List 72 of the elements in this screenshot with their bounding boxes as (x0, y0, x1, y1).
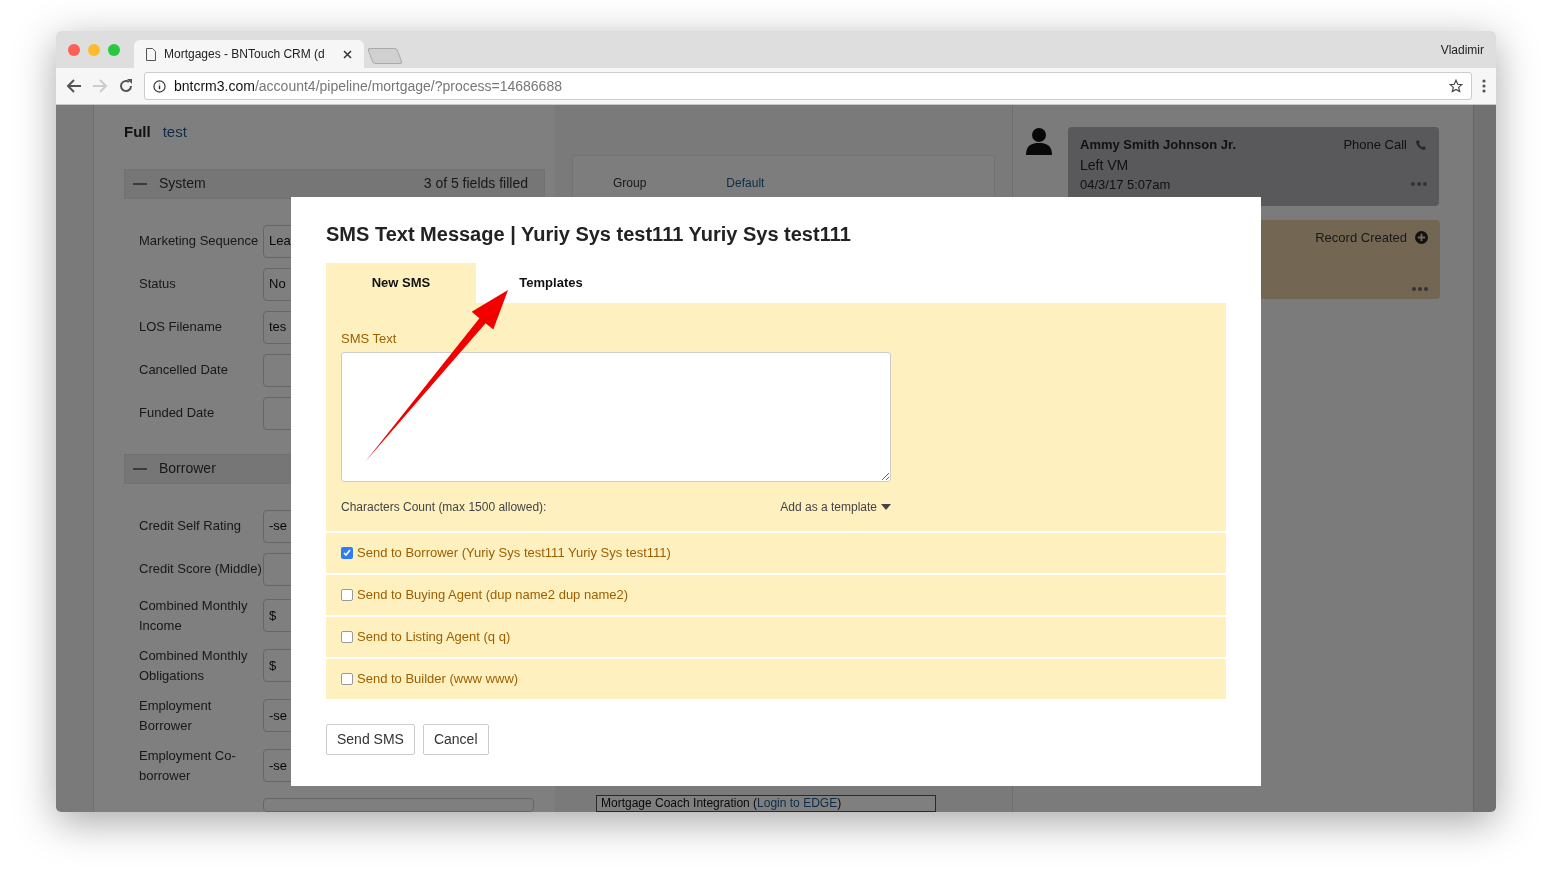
field-label: Status (139, 275, 177, 293)
dialog-button[interactable]: Send SMS (326, 724, 415, 755)
activity-type: Phone Call (1343, 136, 1407, 154)
field-label: Combined Monthly Income (139, 596, 249, 635)
page-icon (146, 47, 156, 61)
field-label: Funded Date (139, 404, 216, 422)
group-value[interactable]: Default (726, 174, 765, 192)
dialog-tab[interactable]: New SMS (326, 263, 476, 303)
integration-suffix: ) (837, 796, 842, 810)
recipient-label: Send to Borrower (Yuriy Sys test111 Yuriy Sys test111) (357, 544, 671, 563)
field-label: Cancelled Date (139, 361, 229, 379)
field-label: Credit Self Rating (139, 517, 242, 535)
more-icon[interactable] (1412, 287, 1428, 291)
add-template-dropdown[interactable]: Add as a template (780, 497, 891, 516)
recipient-option[interactable]: Send to Borrower (Yuriy Sys test111 Yuriy Sys test111) (326, 533, 1226, 573)
checkbox[interactable] (341, 673, 353, 685)
more-icon[interactable] (1411, 182, 1427, 187)
url-text: bntcrm3.com/account4/pipeline/mortgage/?process=14686688 (174, 76, 562, 96)
collapse-icon[interactable] (133, 182, 147, 185)
field-label: Combined Monthly Obligations (139, 646, 249, 685)
star-icon[interactable] (1449, 79, 1463, 93)
person-avatar-icon (1026, 127, 1052, 155)
back-icon[interactable] (66, 78, 82, 94)
recipient-option[interactable]: Send to Builder (www www) (326, 659, 1226, 699)
field-label: Marketing Sequence (139, 232, 260, 250)
close-window-icon[interactable] (68, 43, 80, 56)
info-icon (153, 79, 166, 93)
section-title: System (159, 174, 206, 193)
profile-name[interactable]: Vladimir (1440, 40, 1484, 59)
field-label: Employment Borrower (139, 696, 213, 735)
tab-title: Mortgages - BNTouch CRM (d (164, 46, 325, 63)
forward-icon[interactable] (92, 78, 108, 94)
login-link[interactable]: Login to EDGE (757, 796, 838, 810)
collapse-icon[interactable] (133, 467, 147, 470)
dialog-button[interactable]: Cancel (422, 724, 489, 755)
browser-tab[interactable]: Mortgages - BNTouch CRM (d (134, 40, 364, 68)
field-label: SMS Text (341, 330, 398, 348)
section-title: Borrower (159, 459, 216, 478)
dialog-title: SMS Text Message | Yuriy Sys test111 Yuriy Sys test111 (326, 222, 852, 247)
integration-text: Mortgage Coach Integration ( (601, 796, 758, 810)
checkbox[interactable] (341, 547, 353, 559)
character-count: Characters Count (max 1500 allowed): (341, 498, 547, 516)
recipient-label: Send to Builder (www www) (357, 670, 519, 689)
recipient-label: Send to Listing Agent (q q) (357, 628, 511, 647)
menu-icon[interactable] (1482, 79, 1486, 93)
recipient-label: Send to Buying Agent (dup name2 dup name2) (357, 586, 629, 605)
group-label: Group (613, 175, 647, 192)
recipient-option[interactable]: Send to Buying Agent (dup name2 dup name2) (326, 575, 1226, 615)
new-tab-button[interactable] (367, 48, 403, 64)
reload-icon[interactable] (118, 78, 134, 94)
field-label: LOS Filename (139, 318, 224, 336)
field-label: Employment Co-borrower (139, 746, 237, 785)
address-field[interactable]: bntcrm3.com/account4/pipeline/mortgage/?process=14686688 (144, 72, 1472, 100)
checkbox[interactable] (341, 631, 353, 643)
plus-circle-icon (1415, 231, 1428, 245)
section-summary: 3 of 5 fields filled (423, 174, 528, 193)
maximize-window-icon[interactable] (108, 43, 120, 56)
close-icon[interactable] (343, 49, 352, 59)
contact-name: Ammy Smith Johnson Jr. (1080, 136, 1237, 154)
activity-time: 04/3/17 5:07am (1080, 175, 1171, 194)
activity-type: Record Created (1315, 229, 1407, 247)
view-title: Full (124, 122, 151, 142)
activity-note: Left VM (1080, 155, 1130, 175)
checkbox[interactable] (341, 589, 353, 601)
input-field[interactable] (263, 797, 534, 812)
view-link[interactable]: test (162, 121, 187, 144)
field-label: Credit Score (Middle) (139, 560, 263, 578)
caret-icon (881, 503, 891, 510)
phone-icon (1415, 138, 1427, 151)
section-header[interactable]: System 3 of 5 fields filled (124, 168, 545, 199)
sms-text-field[interactable] (341, 351, 891, 482)
recipient-option[interactable]: Send to Listing Agent (q q) (326, 617, 1226, 657)
